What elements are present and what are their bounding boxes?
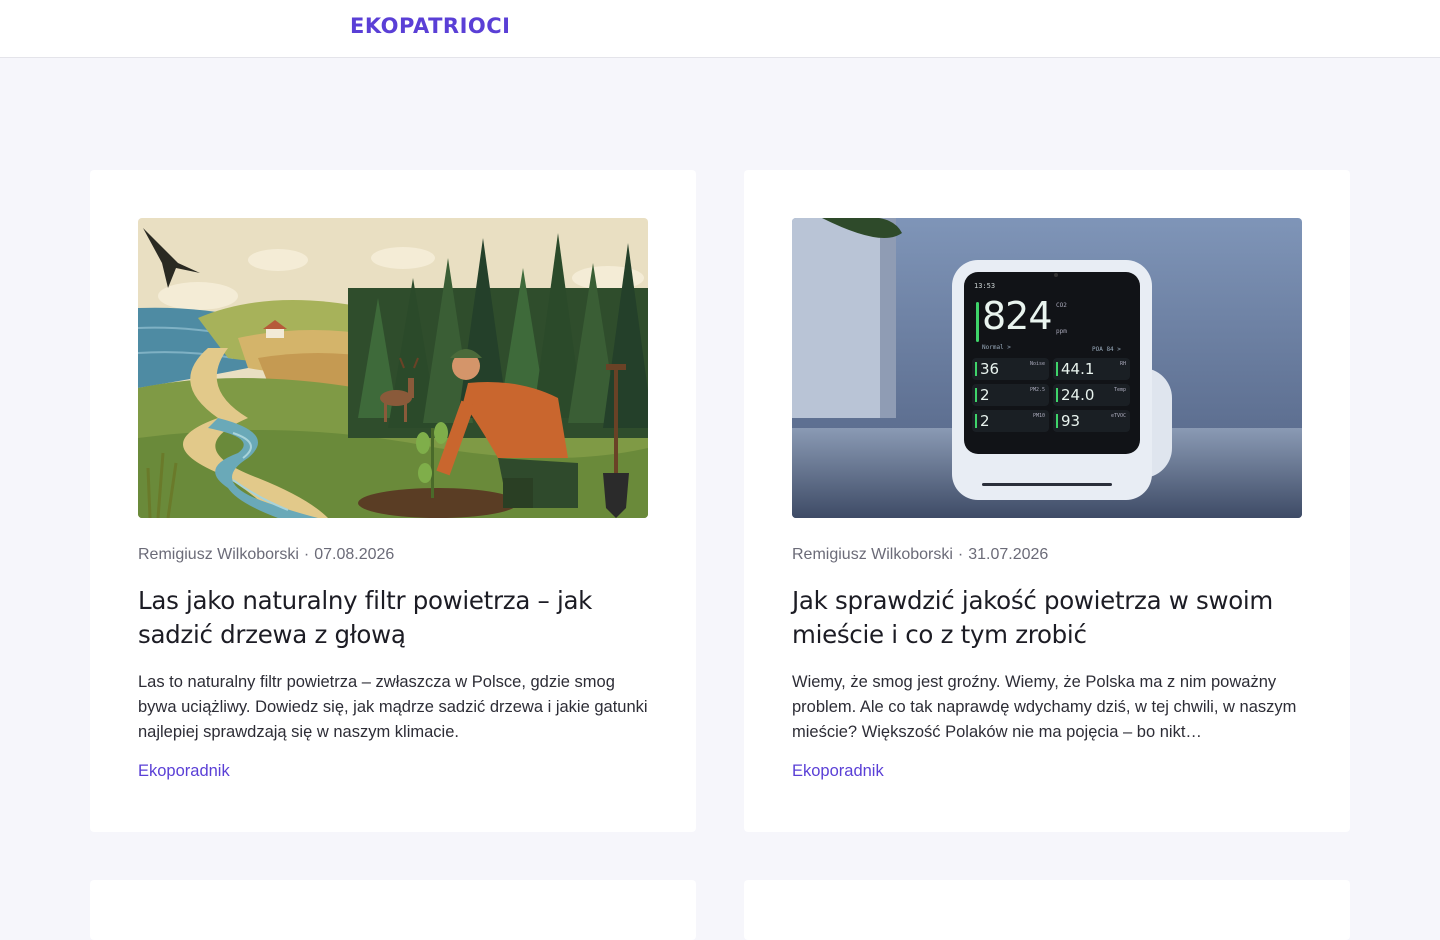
post-author[interactable]: Remigiusz Wilkoborski [138,546,299,563]
monitor-time: 13:53 [974,282,996,290]
post-card [90,880,696,940]
post-meta: Remigiusz Wilkoborski · 07.08.2026 [138,546,394,564]
reading-value: 2 [980,412,990,430]
post-date: 31.07.2026 [968,546,1049,563]
reading-value: 24.0 [1061,386,1095,404]
site-header: EKOPATRIOCI [0,0,1440,58]
reading-cell: 2 PM2.5 [972,384,1049,406]
reading-label: PM10 [1032,413,1045,419]
post-meta: Remigiusz Wilkoborski · 31.07.2026 [792,546,1048,564]
monitor-screen: 13:53 824 CO2 ppm Normal > POA 84 > 36 N… [970,278,1134,448]
reading-value: 36 [980,360,1000,378]
reading-label: Noise [1029,361,1045,367]
post-card: Remigiusz Wilkoborski · 07.08.2026 Las jak… [90,170,696,832]
reading-label: PM2.5 [1029,387,1045,393]
reading-value: 44.1 [1061,360,1095,378]
reading-cell: 36 Noise [972,358,1049,380]
reading-label: Temp [1113,387,1126,393]
post-title[interactable]: Jak sprawdzić jakość powietrza w swoim m… [792,584,1292,652]
reading-label: eTVOC [1110,413,1126,419]
site-logo[interactable]: EKOPATRIOCI [350,14,511,38]
post-category[interactable]: Ekoporadnik [792,762,884,781]
readings-grid: 36 Noise 44.1 RH 2 PM2.5 24.0 Temp 2 PM1… [972,358,1130,432]
post-date: 07.08.2026 [314,546,395,563]
meta-separator: · [303,546,310,563]
reading-label: RH [1119,361,1126,367]
reading-cell: 2 PM10 [972,410,1049,432]
co2-value: 824 [982,294,1053,338]
co2-bar [976,302,979,342]
post-category[interactable]: Ekoporadnik [138,762,230,781]
co2-unit: ppm [1056,328,1067,335]
post-excerpt: Wiemy, że smog jest groźny. Wiemy, że Po… [792,673,1297,741]
reading-cell: 93 eTVOC [1053,410,1130,432]
air-status: Normal > [982,344,1011,351]
post-title[interactable]: Las jako naturalny filtr powietrza – jak… [138,584,638,652]
reading-cell: 24.0 Temp [1053,384,1130,406]
post-author[interactable]: Remigiusz Wilkoborski [792,546,953,563]
reading-value: 93 [1061,412,1081,430]
meta-separator: · [957,546,964,563]
reading-value: 2 [980,386,990,404]
post-excerpt: Las to naturalny filtr powietrza – zwłas… [138,673,648,741]
forest-planting-illustration [138,218,648,518]
reading-cell: 44.1 RH [1053,358,1130,380]
post-card [744,880,1350,940]
poa-label: POA 84 > [1092,346,1121,353]
post-thumbnail[interactable] [138,218,648,518]
post-thumbnail[interactable]: 13:53 824 CO2 ppm Normal > POA 84 > 36 N… [792,218,1302,518]
post-card: 13:53 824 CO2 ppm Normal > POA 84 > 36 N… [744,170,1350,832]
co2-label: CO2 [1056,302,1067,309]
